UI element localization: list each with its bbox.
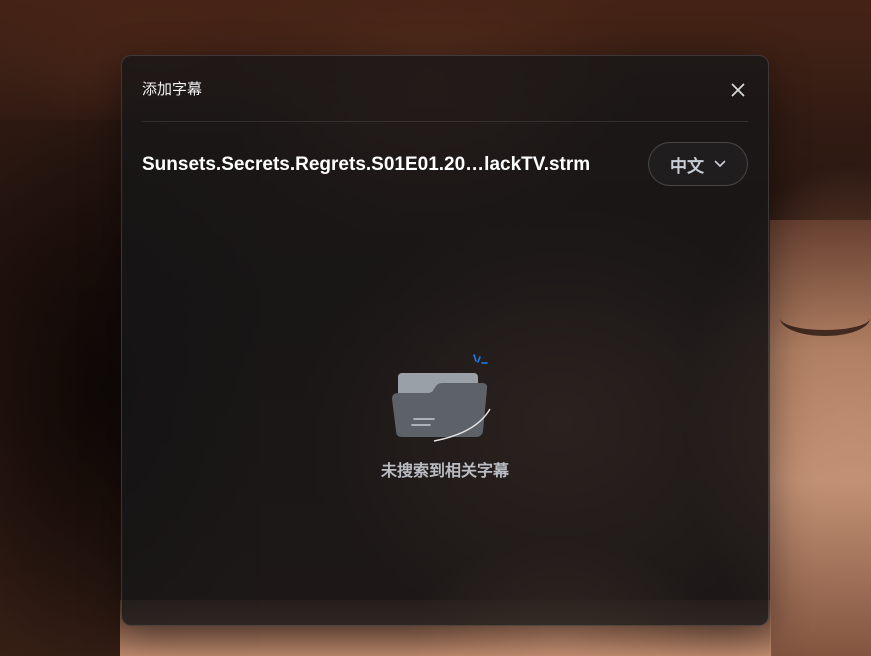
file-name: Sunsets.Secrets.Regrets.S01E01.20…lackTV… <box>142 154 591 175</box>
video-player: 添加字幕 Sunsets.Secrets.Regrets.S01E01.20…l… <box>0 0 871 656</box>
dialog-header: 添加字幕 <box>142 56 748 122</box>
close-icon <box>731 83 745 97</box>
empty-state: 未搜索到相关字幕 <box>122 351 768 481</box>
add-subtitle-dialog: 添加字幕 Sunsets.Secrets.Regrets.S01E01.20…l… <box>121 55 769 626</box>
file-row: Sunsets.Secrets.Regrets.S01E01.20…lackTV… <box>142 142 748 188</box>
close-button[interactable] <box>726 78 750 102</box>
dialog-title: 添加字幕 <box>142 81 203 98</box>
language-select-value: 中文 <box>670 156 704 176</box>
language-select[interactable]: 中文 <box>648 142 748 186</box>
empty-folder-icon <box>392 354 491 442</box>
chevron-down-icon <box>714 160 726 167</box>
empty-state-message: 未搜索到相关字幕 <box>380 463 509 480</box>
